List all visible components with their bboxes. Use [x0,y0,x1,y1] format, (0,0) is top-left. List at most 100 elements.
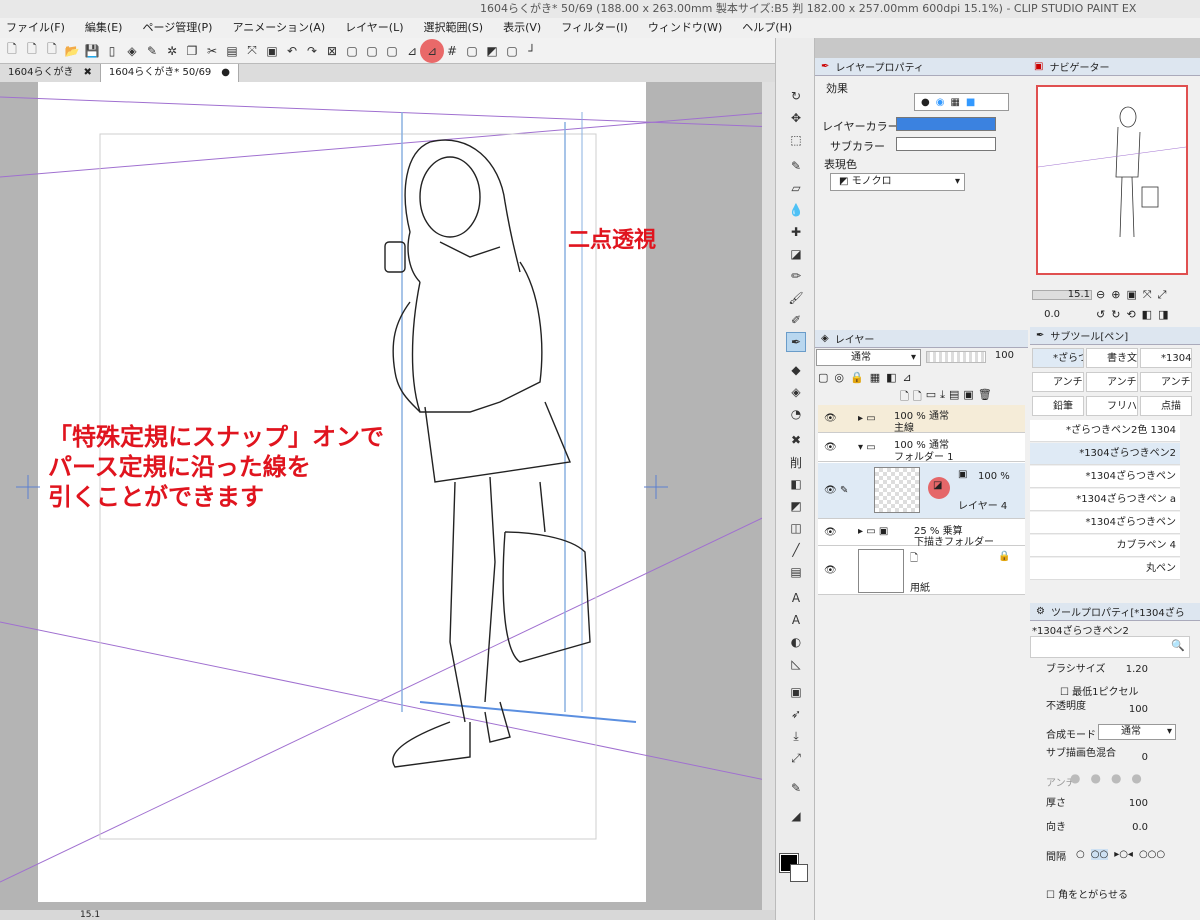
reference-icon[interactable]: ◧ [886,371,896,384]
navigator-preview[interactable] [1036,85,1188,275]
tab-navigator[interactable]: ▣ ナビゲーター [1028,58,1200,76]
interval-options[interactable]: ○ ○○ ▸○◂ ○○○ [1076,846,1168,862]
selection-icon[interactable]: ⬚ [786,130,806,150]
copy-icon[interactable]: ❐ [184,43,200,59]
triangle-icon[interactable]: ◺ [786,654,806,674]
new-file-icon[interactable]: 🗋 [4,42,20,59]
ink-drop-icon[interactable]: 💧 [786,200,806,220]
operation-icon[interactable]: ▣ [786,682,806,702]
menu-help[interactable]: ヘルプ(H) [742,18,792,38]
menu-animation[interactable]: アニメーション(A) [232,18,325,38]
brush-item[interactable]: *1304ざらつきペン a [1030,489,1180,511]
flip-v-icon[interactable]: ◨ [1158,308,1168,321]
figure-icon[interactable]: ◩ [786,496,806,516]
layer-row[interactable]: 👁 🗋 用紙 🔒 [818,547,1025,595]
corner-checkbox[interactable]: ☐ 角をとがらせる [1046,886,1128,901]
new-page-icon[interactable]: 🗋 [24,42,40,59]
subtool-item[interactable]: アンチ [1032,372,1084,392]
box2-icon[interactable]: ▢ [364,43,380,59]
subtool-item[interactable]: アンチ [1086,372,1138,392]
mask-icon[interactable]: ▣ [963,388,973,404]
effect-buttons[interactable]: ● ◉ ▦ ■ [914,93,1009,111]
marker-icon[interactable]: ◪ [786,244,806,264]
frame-empty-icon[interactable]: ▢ [504,43,520,59]
fill-bucket-icon[interactable]: ◆ [786,360,806,380]
save-icon[interactable]: 💾 [84,43,100,59]
box-icon[interactable]: ▢ [344,43,360,59]
ruler-icon[interactable]: ▤ [786,562,806,582]
transform-icon[interactable]: ⤧ [244,43,260,59]
expression-color-select[interactable]: ◩ モノクロ ▾ [830,173,965,191]
eyedropper-icon[interactable]: ✎ [786,156,806,176]
export-icon[interactable]: ▯ [104,43,120,59]
menu-window[interactable]: ウィンドウ(W) [648,18,722,38]
menu-edit[interactable]: 編集(E) [85,18,123,38]
interval-option[interactable]: ▸○◂ [1114,849,1133,860]
grid-snap-icon[interactable]: # [444,43,460,59]
interval-option[interactable]: ○ [1076,849,1085,860]
lock-icon[interactable]: 🔒 [998,551,1010,562]
color-icon[interactable]: ■ [966,97,975,108]
clip-icon[interactable]: ▤ [949,388,959,404]
vertical-scrollbar[interactable] [762,82,775,910]
gradient-icon[interactable]: ◧ [786,474,806,494]
zoom-value[interactable]: 15.1 [80,910,100,920]
subtool-item[interactable]: フリハン [1086,396,1138,416]
thickness-value[interactable]: 100 [1120,798,1148,809]
zoom-in-icon[interactable]: ⊕ [1111,288,1120,302]
layer-stack-icon[interactable]: ◈ [124,43,140,59]
lock-icon[interactable]: 🔒 [850,371,864,384]
dot-icon[interactable]: ● [921,97,930,108]
menu-filter[interactable]: フィルター(I) [561,18,628,38]
brush-item[interactable]: *1304ざらつきペン [1030,466,1180,488]
square-icon[interactable]: ▢ [818,371,828,384]
box3-icon[interactable]: ▢ [384,43,400,59]
background-color[interactable] [790,864,808,882]
brush-item[interactable]: 丸ペン [1030,558,1180,580]
flip-icon[interactable]: ⤧ [1143,288,1152,302]
merge-icon[interactable]: ⤓ [940,388,945,404]
tab-tool-property[interactable]: ⚙ ツールプロパティ[*1304ざら [1030,603,1200,621]
brush-item[interactable]: カブラペン 4 [1030,535,1180,557]
smudge-icon[interactable]: ◔ [786,404,806,424]
menu-layer[interactable]: レイヤー(L) [345,18,403,38]
sub-color-swatch[interactable] [896,137,996,151]
subtool-item[interactable]: *ざらつ [1032,348,1084,368]
navigator-zoom-value[interactable]: 15.1 [1066,289,1090,300]
layer-row-selected[interactable]: 👁 ✎ ◪ ▣ 100 % レイヤー 4 [818,463,1025,519]
tab-subtool[interactable]: ✒ サブツール[ペン] [1030,327,1200,345]
blend-icon[interactable]: ◈ [786,382,806,402]
opacity-value[interactable]: 100 [1120,704,1148,715]
pen-dropdown-icon[interactable]: ✎ [144,43,160,59]
move-icon[interactable]: ✥ [786,108,806,128]
tab-document-2[interactable]: 1604らくがき* 50/69 ● [100,64,240,82]
zoom-out-icon[interactable]: ⊖ [1096,288,1105,302]
clear-icon[interactable]: ⊠ [324,43,340,59]
layer-color-swatch[interactable] [896,117,996,131]
brush-item-selected[interactable]: *1304ざらつきペン2 [1030,443,1180,465]
brush-icon[interactable]: 🖌 [786,288,806,308]
liquify-icon[interactable]: ➶ [786,704,806,724]
sparkle-icon[interactable]: ✲ [164,43,180,59]
brush-item[interactable]: *ざらつきペン2色 1304 [1030,420,1180,442]
interval-option-selected[interactable]: ○○ [1090,848,1109,860]
eye-icon[interactable]: 👁 [824,565,837,576]
text-icon[interactable]: A [786,588,806,608]
eraser-icon[interactable]: ▱ [786,178,806,198]
vector-icon[interactable]: ⤢ [786,748,806,768]
frame-diag-icon[interactable]: ◩ [484,43,500,59]
rotate-left-icon[interactable]: ↺ [1096,308,1105,321]
pencil-icon[interactable]: ✏ [786,266,806,286]
direction-value[interactable]: 0.0 [1120,822,1148,833]
blend-mode-select[interactable]: 通常 ▾ [1098,724,1176,740]
plus-icon[interactable]: ✚ [786,222,806,242]
close-icon[interactable]: ✖ [83,64,91,82]
menu-file[interactable]: ファイル(F) [6,18,65,38]
trash-icon[interactable]: 🗑 [978,388,992,404]
rotate-right-icon[interactable]: ↻ [1111,308,1120,321]
fill-icon[interactable]: ▣ [264,43,280,59]
curve-icon[interactable]: ◢ [786,806,806,826]
menu-view[interactable]: 表示(V) [503,18,541,38]
modified-dot-icon[interactable]: ● [221,64,230,82]
brush-size-value[interactable]: 1.20 [1120,664,1148,675]
